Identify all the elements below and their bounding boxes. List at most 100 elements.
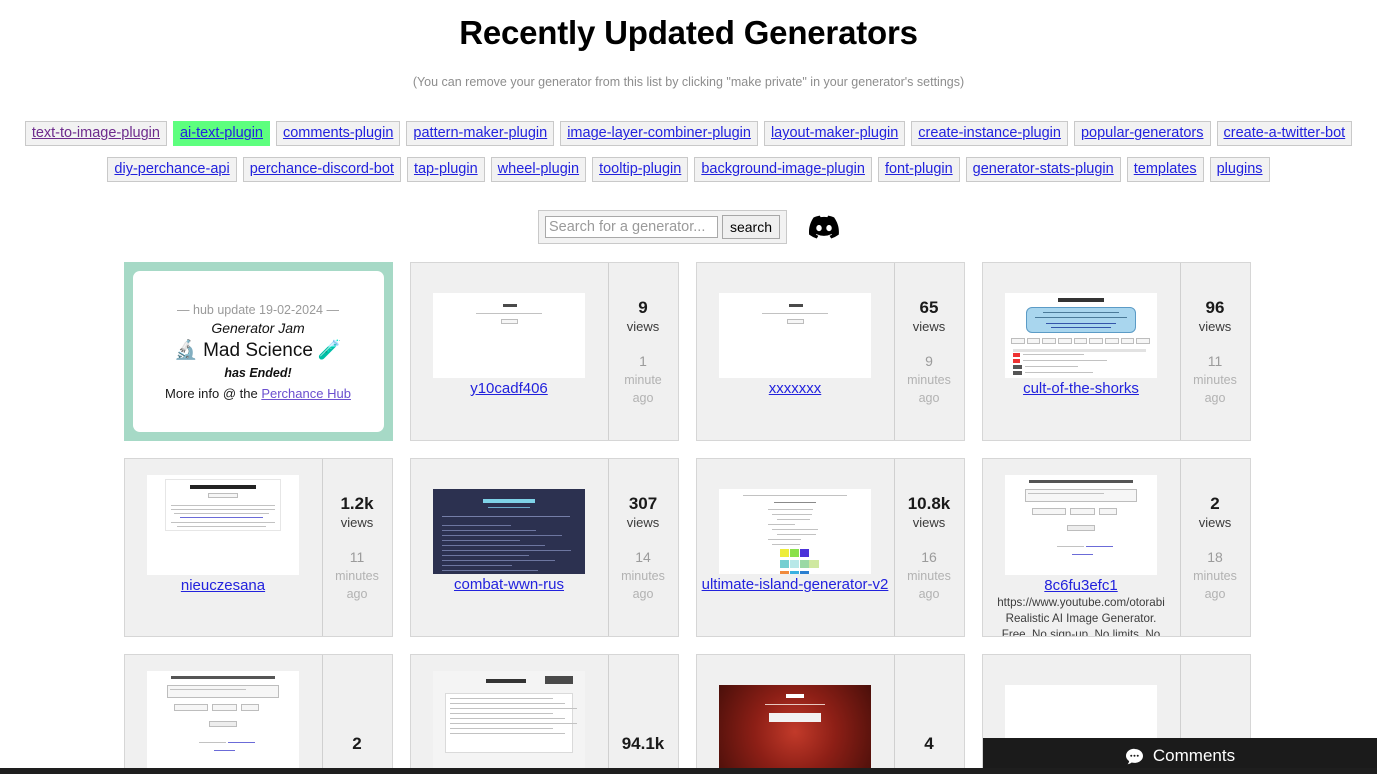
generator-name-link[interactable]: xxxxxxx — [769, 380, 822, 397]
generator-name-link[interactable]: nieuczesana — [181, 577, 265, 594]
perchance-hub-link[interactable]: Perchance Hub — [261, 386, 351, 401]
thumbnail-detail — [171, 509, 275, 511]
thumbnail-detail — [743, 495, 847, 497]
time-unit: minutes — [907, 568, 951, 583]
thumbnail-detail — [767, 524, 795, 526]
card-thumbnail[interactable] — [147, 475, 299, 575]
card-thumbnail[interactable] — [719, 685, 871, 770]
generator-name-link[interactable]: 8c6fu3efc1 — [1044, 577, 1117, 594]
thumbnail-detail — [475, 313, 543, 315]
card-main — [697, 655, 894, 774]
tag-link-background-image-plugin[interactable]: background-image-plugin — [694, 157, 872, 183]
card-thumbnail[interactable] — [1005, 475, 1157, 575]
generator-card[interactable]: 8c6fu3efc1 https://www.youtube.com/otorab… — [981, 458, 1251, 637]
tag-link-diy-perchance-api[interactable]: diy-perchance-api — [107, 157, 237, 183]
thumbnail-detail — [449, 708, 578, 710]
time-number: 9 — [925, 352, 933, 369]
search-box: search — [537, 210, 788, 244]
card-main: y10cadf406 — [411, 263, 608, 440]
generator-card[interactable]: cult-of-the-shorks 96 views 11 minutes ago — [981, 262, 1251, 441]
thumbnail-detail — [166, 685, 280, 698]
time-ago-label: ago — [346, 586, 368, 601]
generator-card[interactable]: y10cadf406 9 views 1 minute ago — [409, 262, 679, 441]
tag-link-text-to-image-plugin[interactable]: text-to-image-plugin — [24, 121, 167, 147]
tag-link-popular-generators[interactable]: popular-generators — [1073, 121, 1211, 147]
microscope-icon: 🔬 — [174, 339, 199, 361]
tag-link-comments-plugin[interactable]: comments-plugin — [275, 121, 401, 147]
generator-card[interactable]: xxxxxxx 65 views 9 minutes ago — [695, 262, 965, 441]
card-main — [125, 655, 322, 774]
tag-link-wheel-plugin[interactable]: wheel-plugin — [490, 157, 587, 183]
announcement-jam-name: Mad Science — [203, 339, 313, 361]
time-number: 1 — [639, 352, 647, 369]
generator-card[interactable]: nieuczesana 1.2k views 11 minutes ago — [123, 458, 393, 637]
tag-link-image-layer-combiner-plugin[interactable]: image-layer-combiner-plugin — [560, 121, 758, 147]
tag-link-ai-text-plugin[interactable]: ai-text-plugin — [172, 121, 270, 147]
thumbnail-detail — [1012, 353, 1021, 357]
card-thumbnail[interactable] — [1005, 293, 1157, 378]
tag-link-plugins[interactable]: plugins — [1209, 157, 1270, 183]
thumbnail-detail — [241, 704, 260, 711]
card-thumbnail[interactable] — [719, 489, 871, 574]
generator-name-link[interactable]: y10cadf406 — [470, 380, 548, 397]
page-subtitle: (You can remove your generator from this… — [412, 75, 965, 89]
card-stats: 65 views 9 minutes ago — [893, 263, 964, 440]
horizontal-scrollbar-thumb[interactable] — [0, 768, 1377, 774]
tag-link-create-instance-plugin[interactable]: create-instance-plugin — [911, 121, 1068, 147]
card-thumbnail[interactable] — [719, 293, 871, 378]
thumbnail-detail — [809, 560, 819, 568]
generator-name-link[interactable]: ultimate-island-generator-v2 — [702, 576, 889, 593]
thumbnail-detail — [1024, 489, 1138, 502]
tag-link-generator-stats-plugin[interactable]: generator-stats-plugin — [965, 157, 1121, 183]
views-label: views — [1198, 318, 1232, 334]
tag-link-layout-maker-plugin[interactable]: layout-maker-plugin — [763, 121, 906, 147]
generator-name-link[interactable]: cult-of-the-shorks — [1023, 380, 1139, 397]
thumbnail-detail — [545, 676, 573, 684]
horizontal-scrollbar[interactable] — [0, 768, 1377, 774]
thumbnail-detail — [486, 679, 526, 683]
card-thumbnail[interactable] — [147, 671, 299, 771]
thumbnail-detail — [1024, 372, 1094, 374]
generator-card[interactable]: combat-wwn-rus 307 views 14 minutes ago — [409, 458, 679, 637]
card-thumbnail[interactable] — [433, 671, 585, 771]
card-stats: 96 views 11 minutes ago — [1179, 263, 1250, 440]
comments-label: Comments — [1152, 746, 1236, 765]
tag-link-tooltip-plugin[interactable]: tooltip-plugin — [592, 157, 689, 183]
thumbnail-detail — [171, 505, 275, 507]
tag-link-perchance-discord-bot[interactable]: perchance-discord-bot — [242, 157, 401, 183]
tag-link-create-a-twitter-bot[interactable]: create-a-twitter-bot — [1216, 121, 1353, 147]
search-input[interactable] — [544, 216, 718, 238]
card-thumbnail[interactable] — [433, 293, 585, 378]
discord-link[interactable] — [809, 212, 839, 242]
card-thumbnail[interactable] — [433, 489, 585, 574]
tag-link-tap-plugin[interactable]: tap-plugin — [406, 157, 485, 183]
thumbnail-detail — [1042, 338, 1057, 344]
thumbnail-detail — [1023, 360, 1107, 362]
thumbnail-detail — [442, 570, 538, 572]
search-button[interactable]: search — [721, 215, 781, 239]
time-ago-label: ago — [918, 586, 940, 601]
thumbnail-detail — [788, 304, 803, 307]
thumbnail-detail — [1105, 338, 1119, 344]
thumbnail-detail — [799, 549, 809, 557]
tag-link-templates[interactable]: templates — [1126, 157, 1204, 183]
time-number: 18 — [1207, 548, 1223, 565]
generator-card[interactable]: 94.1k — [409, 654, 679, 774]
thumbnail-detail — [1058, 338, 1072, 344]
tag-link-pattern-maker-plugin[interactable]: pattern-maker-plugin — [406, 121, 555, 147]
generator-name-link[interactable]: combat-wwn-rus — [454, 576, 564, 593]
generator-card[interactable]: ultimate-island-generator-v2 10.8k views 16… — [695, 458, 965, 637]
thumbnail-detail — [502, 304, 517, 307]
time-ago-label: ago — [1204, 586, 1226, 601]
generator-card[interactable]: 4 — [695, 654, 965, 774]
time-number: 11 — [1207, 352, 1223, 369]
thumbnail-detail — [449, 713, 554, 715]
card-main — [411, 655, 608, 774]
thumbnail-detail — [442, 565, 513, 567]
thumbnail-detail — [449, 698, 554, 700]
thumbnail-detail — [1012, 365, 1022, 369]
tag-link-font-plugin[interactable]: font-plugin — [877, 157, 960, 183]
generator-card[interactable]: 2 — [123, 654, 393, 774]
card-main: ultimate-island-generator-v2 — [697, 459, 894, 636]
thumbnail-detail — [1032, 508, 1066, 515]
